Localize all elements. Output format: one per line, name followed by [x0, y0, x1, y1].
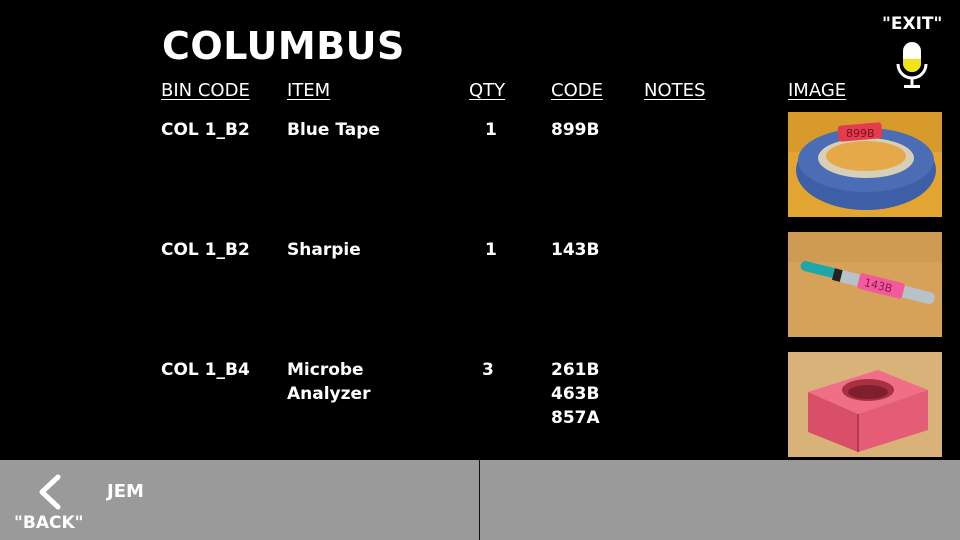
code-cell: 143B	[551, 240, 600, 260]
blue-tape-photo[interactable]: 899B	[788, 112, 942, 217]
column-header-code: CODE	[551, 80, 603, 101]
footer-right-panel	[480, 460, 960, 540]
svg-text:899B: 899B	[846, 127, 875, 140]
column-header-image: IMAGE	[788, 80, 847, 101]
qty-cell: 1	[485, 120, 497, 140]
chevron-left-icon[interactable]	[34, 474, 64, 510]
microphone-icon[interactable]	[894, 42, 930, 92]
qty-cell: 1	[485, 240, 497, 260]
column-header-qty: QTY	[469, 80, 506, 101]
column-header-notes: NOTES	[644, 80, 706, 101]
code-cell: 261B 463B 857A	[551, 360, 600, 428]
sharpie-photo[interactable]: 143B	[788, 232, 942, 337]
back-button[interactable]: "BACK" JEM	[0, 460, 479, 540]
back-voice-command[interactable]: "BACK"	[14, 513, 83, 533]
item-cell: Sharpie	[287, 240, 361, 260]
breadcrumb: JEM	[107, 481, 144, 502]
page-title: COLUMBUS	[162, 24, 405, 68]
footer-bar: "BACK" JEM	[0, 460, 960, 540]
item-cell: Blue Tape	[287, 120, 380, 140]
bin-code-cell: COL 1_B2	[161, 120, 250, 140]
column-header-bin-code: BIN CODE	[161, 80, 250, 101]
bin-code-cell: COL 1_B4	[161, 360, 250, 380]
microbe-analyzer-photo[interactable]	[788, 352, 942, 457]
code-cell: 899B	[551, 120, 600, 140]
qty-cell: 3	[482, 360, 494, 380]
item-cell: Microbe Analyzer	[287, 360, 371, 404]
column-header-item: ITEM	[287, 80, 331, 101]
bin-code-cell: COL 1_B2	[161, 240, 250, 260]
exit-voice-command[interactable]: "EXIT"	[882, 14, 942, 34]
